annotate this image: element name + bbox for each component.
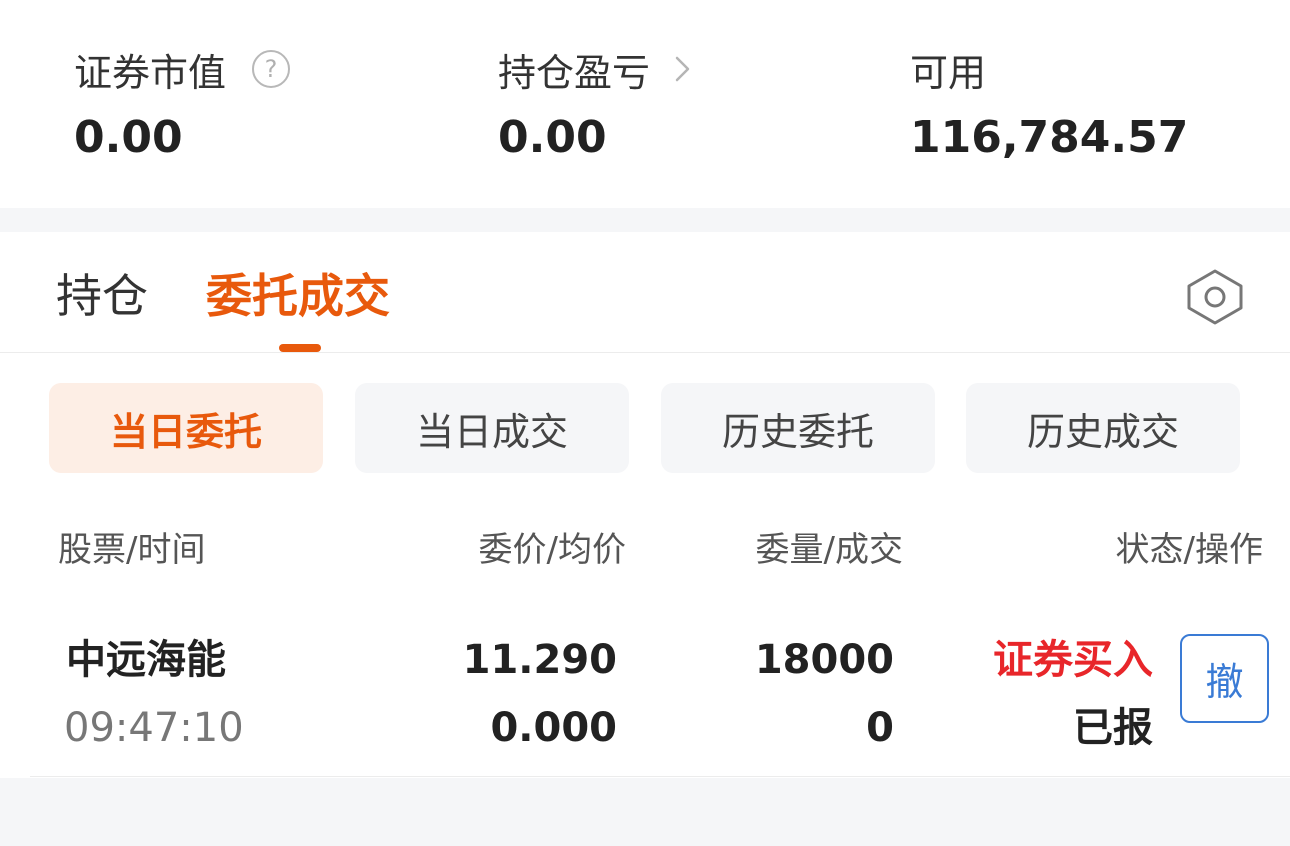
filter-history-trades[interactable]: 历史成交	[966, 383, 1240, 473]
filled-quantity: 0	[866, 705, 894, 751]
order-status: 已报	[1073, 705, 1153, 751]
average-price: 0.000	[490, 705, 617, 751]
tab-divider	[0, 352, 1290, 353]
order-price: 11.290	[462, 637, 617, 683]
available-value: 116,784.57	[910, 112, 1189, 163]
order-time: 09:47:10	[64, 705, 244, 751]
gear-icon[interactable]	[1184, 266, 1246, 328]
cancel-order-button[interactable]: 撤	[1180, 634, 1269, 723]
column-header-price: 委价/均价	[478, 530, 626, 570]
filter-today-orders[interactable]: 当日委托	[49, 383, 323, 473]
filter-today-trades[interactable]: 当日成交	[355, 383, 629, 473]
order-side: 证券买入	[993, 637, 1153, 683]
position-pnl-stat[interactable]: 持仓盈亏 0.00	[498, 44, 692, 166]
column-header-stock-time: 股票/时间	[58, 530, 206, 570]
order-quantity: 18000	[754, 637, 894, 683]
active-tab-indicator	[279, 344, 321, 352]
tab-orders-trades[interactable]: 委托成交	[206, 268, 390, 324]
position-pnl-label-row[interactable]: 持仓盈亏	[498, 44, 692, 95]
filter-history-orders[interactable]: 历史委托	[661, 383, 935, 473]
market-value-label-row: 证券市值 ?	[74, 44, 291, 95]
column-header-quantity: 委量/成交	[755, 530, 903, 570]
stock-name: 中远海能	[66, 637, 226, 683]
orders-panel: 持仓 委托成交 当日委托 当日成交 历史委托 历史成交 股票/时间 委价/均价 …	[0, 232, 1290, 778]
column-header-status-action: 状态/操作	[1115, 530, 1263, 570]
account-summary: 证券市值 ? 0.00 持仓盈亏 0.00 可用 116,784.57	[0, 0, 1290, 208]
row-divider	[30, 776, 1290, 777]
available-label: 可用	[910, 50, 987, 95]
position-pnl-value: 0.00	[498, 112, 607, 163]
chevron-right-icon[interactable]	[674, 55, 692, 83]
available-stat: 可用 116,784.57	[910, 44, 1188, 166]
position-pnl-label: 持仓盈亏	[498, 50, 651, 95]
market-value: 0.00	[74, 112, 183, 163]
tab-positions[interactable]: 持仓	[56, 268, 148, 324]
market-value-label: 证券市值	[74, 50, 227, 95]
help-circle-icon[interactable]: ?	[252, 50, 291, 88]
market-value-stat: 证券市值 ? 0.00	[74, 44, 291, 166]
